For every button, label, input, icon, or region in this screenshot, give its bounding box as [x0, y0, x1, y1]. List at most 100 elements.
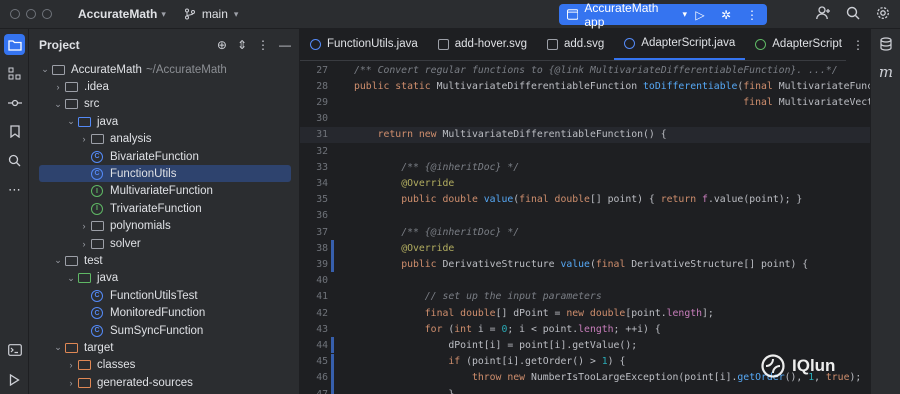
close-window-button[interactable] [10, 9, 20, 19]
code-text: dPoint[i] = point[i].getValue(); [354, 339, 638, 351]
code-editor[interactable]: 27 /** Convert regular functions to {@lin… [300, 61, 870, 394]
class-file-icon [755, 38, 767, 50]
line-number: 41 [316, 291, 328, 303]
chevron-down-icon[interactable]: ⌄ [52, 99, 64, 110]
class-file-icon [310, 38, 321, 50]
window-controls[interactable] [10, 9, 52, 19]
tree-item[interactable]: › classes [39, 357, 291, 374]
line-number: 29 [316, 96, 328, 108]
interface-icon: I [90, 202, 104, 215]
gutter-spacer [331, 224, 334, 240]
branch-selector[interactable]: main ▾ [184, 7, 238, 21]
line-number: 38 [316, 242, 328, 254]
run-tool-icon[interactable] [4, 369, 25, 390]
project-selector[interactable]: AccurateMath ▾ [78, 7, 166, 21]
code-line: 28 public static MultivariateDifferentiab… [300, 78, 870, 94]
tree-item-label: FunctionUtilsTest [110, 289, 198, 302]
tree-item[interactable]: › polynomials [39, 218, 291, 235]
line-number: 34 [316, 177, 328, 189]
gear-icon[interactable] [874, 6, 892, 23]
tree-item[interactable]: ⌄ AccurateMath ~/AccurateMath [39, 61, 291, 78]
editor-tab[interactable]: AdapterScript [745, 29, 852, 60]
code-text: final MultivariateVectorF [743, 96, 870, 108]
find-icon[interactable] [4, 150, 25, 171]
tree-item[interactable]: C FunctionUtils [39, 165, 291, 183]
editor-tab-label: AdapterScript.java [641, 37, 736, 49]
run-configuration-selector[interactable]: AccurateMath app ▾ [559, 1, 687, 29]
add-user-icon[interactable] [814, 6, 832, 23]
structure-icon[interactable] [4, 63, 25, 84]
maven-icon[interactable]: m [877, 63, 895, 81]
gutter-spacer [331, 159, 334, 175]
database-icon[interactable] [877, 37, 895, 54]
chevron-right-icon[interactable]: › [78, 221, 90, 231]
tree-item-label: solver [110, 237, 141, 250]
tree-item[interactable]: ⌄ test [39, 252, 291, 269]
chevron-right-icon[interactable]: › [52, 82, 64, 92]
tree-item[interactable]: C SumSyncFunction [39, 322, 291, 339]
gutter-spacer [331, 111, 334, 127]
tree-item[interactable]: ⌄ src [39, 96, 291, 113]
debug-button[interactable]: ✲ [713, 4, 739, 25]
editor-tab[interactable]: AdapterScript.java [614, 29, 746, 60]
tree-item[interactable]: I MultivariateFunction [39, 183, 291, 200]
tree-item[interactable]: › generated-sources [39, 374, 291, 391]
chevron-right-icon[interactable]: › [78, 134, 90, 144]
chevron-right-icon[interactable]: › [65, 378, 77, 388]
change-marker [331, 369, 334, 386]
code-line: 30 [300, 111, 870, 127]
svg-file-icon [437, 38, 449, 50]
tree-item[interactable]: › analysis [39, 131, 291, 148]
chevron-down-icon[interactable]: ⌄ [52, 255, 64, 266]
tree-item[interactable]: › solver [39, 235, 291, 252]
zoom-window-button[interactable] [42, 9, 52, 19]
options-icon[interactable]: ⋮ [257, 38, 269, 52]
tree-item[interactable]: C FunctionUtilsTest [39, 287, 291, 304]
tree-item[interactable]: ⌄ java [39, 270, 291, 287]
line-number: 30 [316, 113, 328, 125]
tree-item[interactable]: ⌄ target [39, 339, 291, 356]
tree-item-label: .idea [84, 80, 109, 93]
tab-options-icon[interactable]: ⋮ [846, 29, 870, 61]
chevron-down-icon[interactable]: ⌄ [65, 116, 77, 127]
hide-panel-icon[interactable]: — [279, 38, 291, 52]
editor-tab[interactable]: add.svg [537, 29, 614, 60]
tree-item-path: ~/AccurateMath [145, 63, 227, 76]
editor-tab[interactable]: FunctionUtils.java [300, 29, 428, 60]
locate-icon[interactable]: ⊕ [217, 38, 227, 52]
code-line: 47 } [300, 386, 870, 394]
tree-item[interactable]: C MonitoredFunction [39, 305, 291, 322]
code-text: // set up the input parameters [424, 291, 602, 303]
gutter-spacer [331, 305, 334, 321]
more-actions-button[interactable]: ⋮ [739, 4, 765, 25]
chevron-right-icon[interactable]: › [78, 239, 90, 249]
tree-item[interactable]: ⌄ java [39, 113, 291, 130]
expand-collapse-icon[interactable]: ⇕ [237, 38, 247, 52]
code-text: public DerivativeStructure value(final D… [401, 258, 809, 270]
class-file-icon [624, 37, 636, 49]
commit-icon[interactable] [4, 92, 25, 113]
change-marker [331, 240, 334, 257]
tree-item[interactable]: I TrivariateFunction [39, 200, 291, 217]
project-folder-icon[interactable] [4, 34, 25, 55]
tree-item-label: src [84, 98, 100, 111]
chevron-down-icon[interactable]: ⌄ [52, 342, 64, 353]
terminal-icon[interactable] [4, 339, 25, 360]
code-text: final double[] dPoint = new double[point… [424, 307, 714, 319]
tree-item[interactable]: › .idea [39, 78, 291, 95]
tree-item[interactable]: C BivariateFunction [39, 148, 291, 165]
change-marker [331, 353, 334, 370]
title-bar: AccurateMath ▾ main ▾ AccurateMath app ▾… [0, 0, 900, 29]
chevron-down-icon[interactable]: ⌄ [65, 273, 77, 284]
run-configuration-label: AccurateMath app [584, 0, 659, 29]
gutter-spacer [331, 321, 334, 337]
chevron-right-icon[interactable]: › [65, 360, 77, 370]
bookmark-icon[interactable] [4, 121, 25, 142]
minimize-window-button[interactable] [26, 9, 36, 19]
gutter-spacer [331, 175, 334, 191]
editor-tab[interactable]: add-hover.svg [428, 29, 537, 60]
run-button[interactable]: ▷ [687, 4, 713, 25]
more-tools-icon[interactable]: ⋯ [4, 179, 25, 200]
chevron-down-icon[interactable]: ⌄ [39, 64, 51, 75]
search-icon[interactable] [844, 6, 862, 23]
